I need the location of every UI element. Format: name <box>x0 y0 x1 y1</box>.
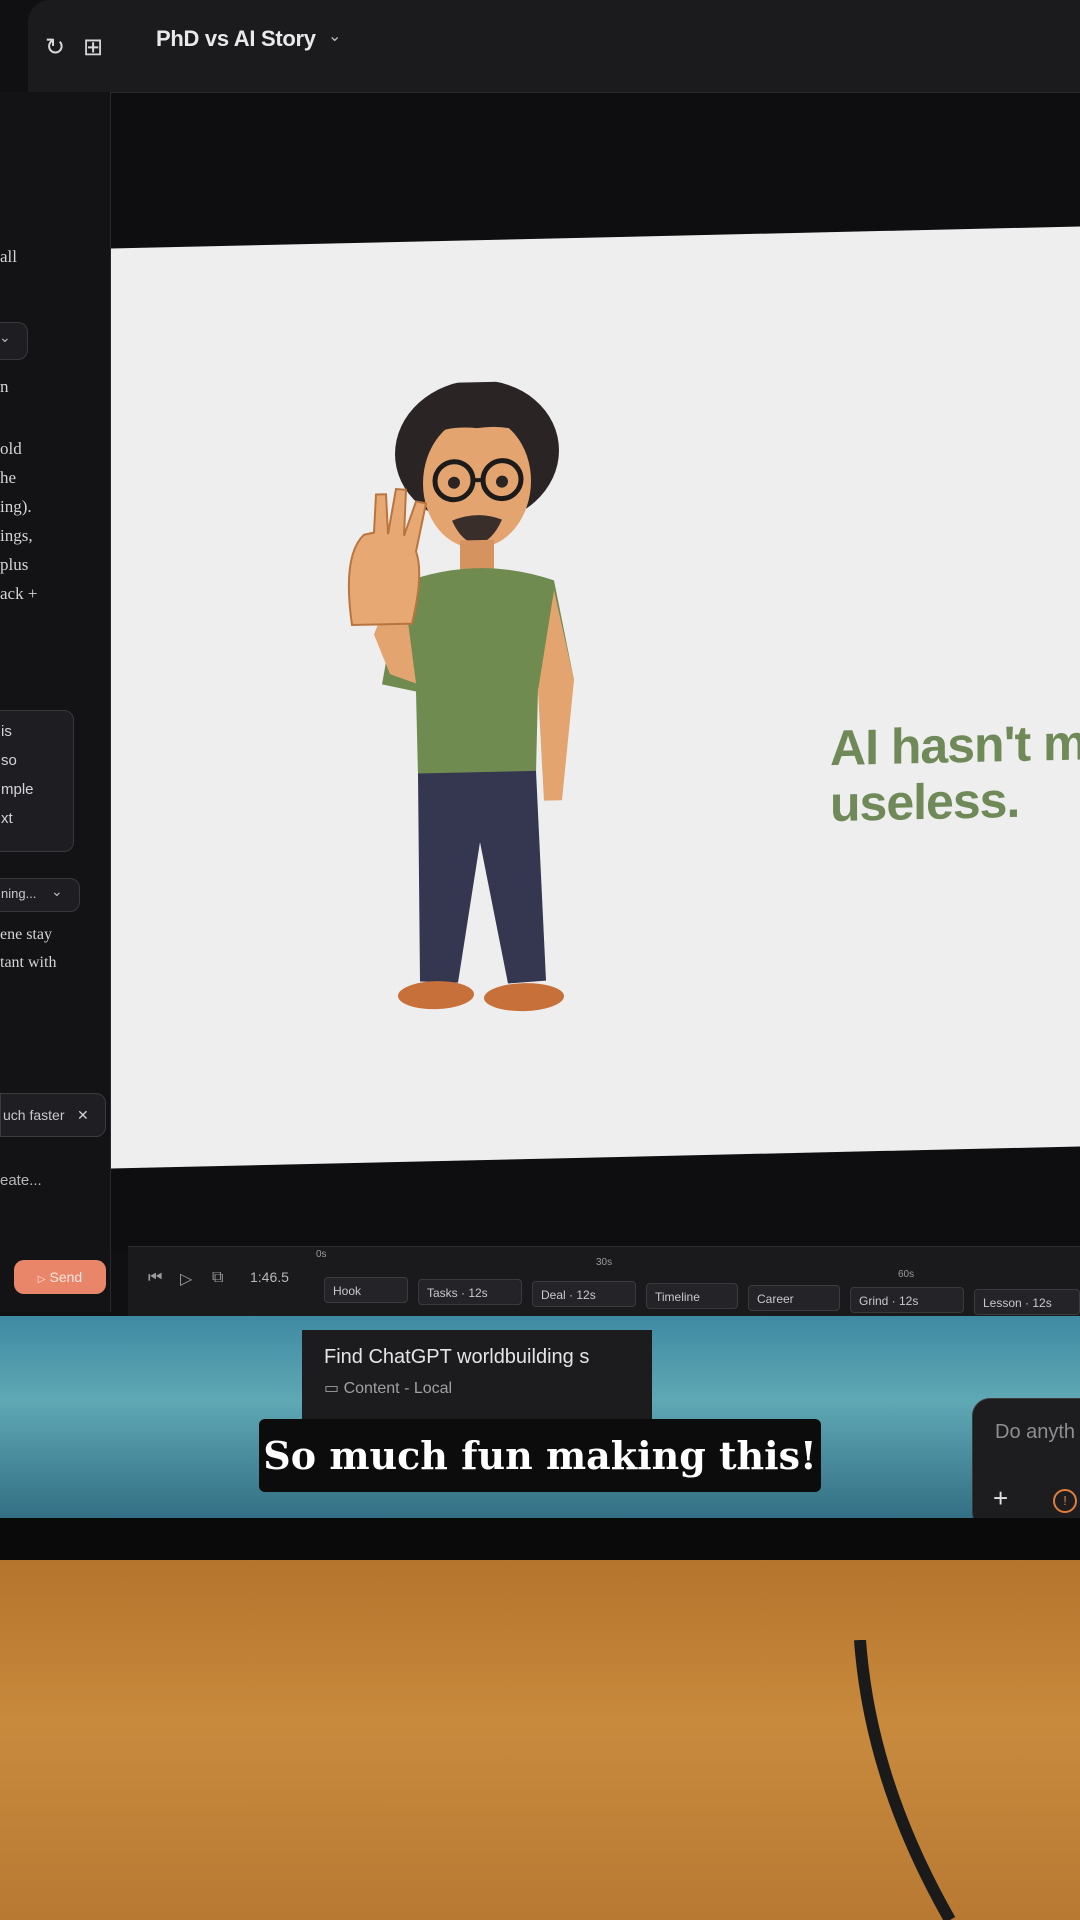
loop-icon[interactable]: ⧉ <box>212 1269 223 1287</box>
monitor-bezel <box>0 1518 1080 1564</box>
notification-subtitle: ▭ Content - Local <box>324 1378 452 1398</box>
close-icon[interactable]: ✕ <box>77 1094 89 1136</box>
skip-back-icon[interactable]: ⏮ <box>148 1269 162 1287</box>
chat-message-fragment: all <box>0 247 17 266</box>
folder-icon: ▭ <box>324 1380 340 1397</box>
assistant-reply-fragment: tant with <box>0 954 57 971</box>
user-message-bubble: is so mple xt <box>0 710 74 852</box>
notification-title: Find ChatGPT worldbuilding s <box>324 1346 590 1368</box>
model-select-chip[interactable]: ⌄ <box>0 322 28 360</box>
thinking-label: ning... <box>1 886 37 901</box>
timeline-segment-deal[interactable]: Deal · 12s <box>532 1281 636 1307</box>
bubble-line: mple <box>1 781 34 798</box>
queued-message-chip[interactable]: uch faster ✕ <box>0 1093 106 1137</box>
chat-input[interactable]: eate... <box>0 1172 42 1189</box>
timeline-tick: 60s <box>898 1269 915 1280</box>
timeline-segment-lesson[interactable]: Lesson · 12s <box>974 1289 1080 1315</box>
notification-subtitle-text: Content - Local <box>343 1380 453 1397</box>
neck-shape <box>460 539 494 571</box>
timeline-segment-timeline[interactable]: Timeline <box>646 1283 738 1309</box>
bubble-line: xt <box>1 810 13 827</box>
timeline-segment-grind[interactable]: Grind · 12s <box>850 1287 964 1313</box>
alert-icon[interactable]: ! <box>1053 1489 1077 1513</box>
shoe-right <box>484 983 564 1012</box>
pants-shape <box>418 770 546 984</box>
monitor-cable <box>854 1640 956 1920</box>
assistant-reply-fragment: ene stay <box>0 926 52 943</box>
timeline-segment-career[interactable]: Career <box>748 1285 840 1311</box>
send-button[interactable]: ▷ Send <box>14 1260 106 1294</box>
timeline-tick: 0s <box>316 1249 327 1260</box>
shoe-left <box>398 981 474 1010</box>
timeline-bar: ⏮ ▷ ⧉ 1:46.5 0s 30s 60s Hook Tasks · 12s… <box>128 1246 1080 1323</box>
play-icon[interactable]: ▷ <box>180 1269 192 1289</box>
assistant-input[interactable]: Do anyth <box>995 1421 1075 1444</box>
timecode-readout: 1:46.5 <box>250 1269 289 1285</box>
chat-message-fragment: ack + <box>0 584 38 603</box>
raised-hand <box>347 487 428 627</box>
chat-message-fragment: old <box>0 439 22 458</box>
thinking-toggle[interactable]: ning... ⌄ <box>0 878 80 912</box>
bubble-line: so <box>1 752 17 769</box>
chat-message-fragment: he <box>0 468 17 487</box>
app-topbar: ↻ ⊞ PhD vs AI Story ⌄ <box>28 0 1080 93</box>
project-title[interactable]: PhD vs AI Story <box>156 26 316 52</box>
video-canvas-preview[interactable]: AI hasn't mac useless. <box>44 226 1080 1170</box>
timeline-tick: 30s <box>596 1257 613 1268</box>
send-label: Send <box>49 1269 83 1285</box>
canvas-headline: AI hasn't mac useless. <box>830 713 1080 833</box>
plus-icon[interactable]: + <box>993 1483 1008 1514</box>
video-caption: So much fun making this! <box>259 1419 821 1492</box>
chat-message-fragment: n <box>0 377 9 396</box>
play-icon: ▷ <box>37 1274 46 1285</box>
chat-message-fragment: ing). <box>0 497 32 516</box>
assistant-prompt-box[interactable]: Do anyth + ! <box>972 1398 1080 1530</box>
chat-message-fragment: ings, <box>0 526 33 545</box>
bubble-line: is <box>1 723 12 740</box>
layout-icon[interactable]: ⊞ <box>80 34 106 60</box>
refresh-icon[interactable]: ↻ <box>42 34 68 60</box>
character-illustration <box>347 380 574 1012</box>
timeline-segment-hook[interactable]: Hook <box>324 1277 408 1303</box>
chat-message-fragment: plus <box>0 555 29 574</box>
chevron-down-icon: ⌄ <box>51 883 63 899</box>
chevron-down-icon: ⌄ <box>0 329 11 345</box>
timeline-segment-tasks[interactable]: Tasks · 12s <box>418 1279 522 1305</box>
chevron-down-icon[interactable]: ⌄ <box>328 26 341 46</box>
queued-message-label: uch faster <box>3 1107 65 1123</box>
